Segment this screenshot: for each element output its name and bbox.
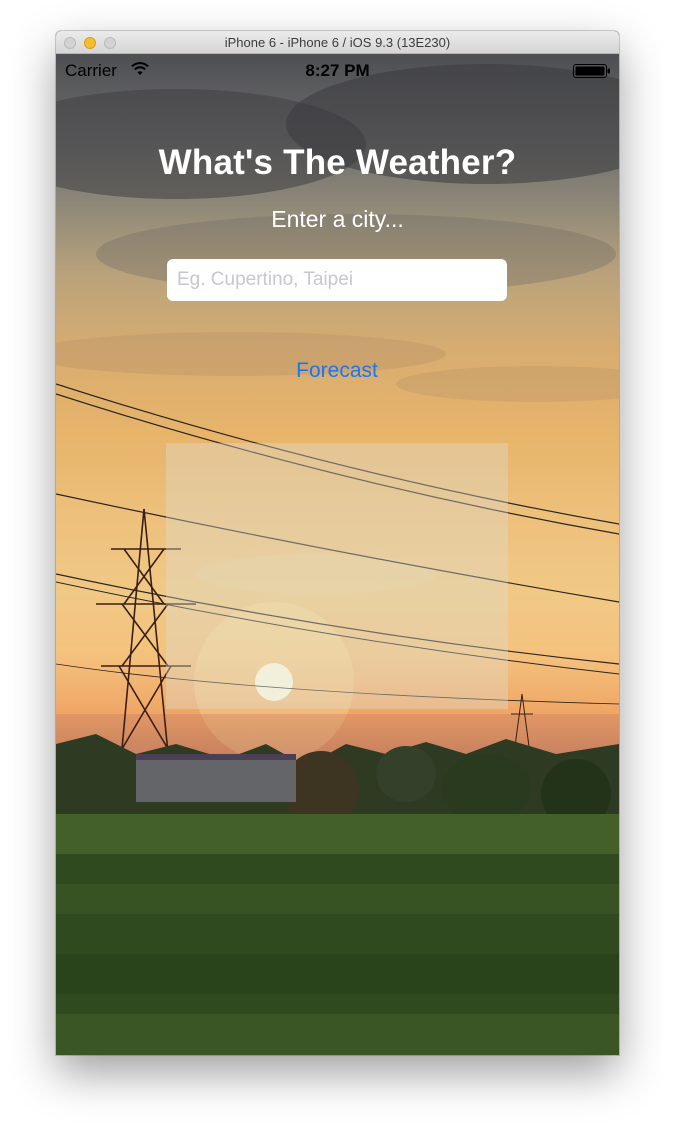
phone-screen: Carrier 8:27 PM What's The Weather? Ente… [56, 54, 619, 1055]
app-title: What's The Weather? [158, 143, 517, 182]
weather-result-panel [166, 443, 508, 709]
window-titlebar: iPhone 6 - iPhone 6 / iOS 9.3 (13E230) [56, 31, 619, 54]
city-input[interactable] [167, 259, 507, 301]
ios-status-bar: Carrier 8:27 PM [56, 54, 619, 88]
status-time: 8:27 PM [305, 61, 370, 80]
battery-icon [573, 64, 610, 78]
forecast-button[interactable]: Forecast [256, 354, 418, 388]
window-title: iPhone 6 - iPhone 6 / iOS 9.3 (13E230) [224, 35, 451, 50]
simulator-window: iPhone 6 - iPhone 6 / iOS 9.3 (13E230) C… [56, 31, 619, 1055]
city-prompt-label: Enter a city... [271, 206, 404, 232]
